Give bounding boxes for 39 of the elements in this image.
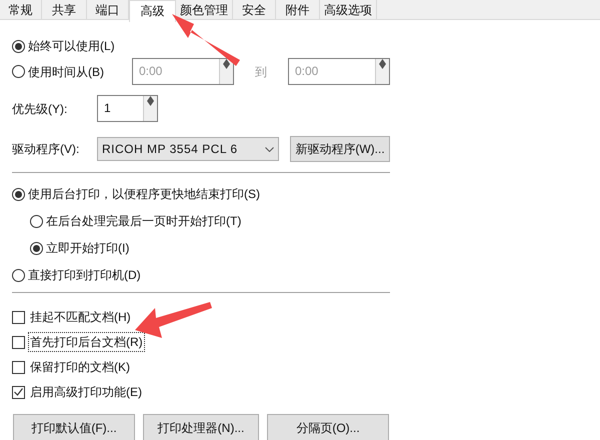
new-driver-button[interactable]: 新驱动程序(W)... — [290, 136, 390, 162]
checkbox-label: 保留打印的文档(K) — [29, 359, 131, 376]
dialog-button[interactable]: 分隔页(O)... — [267, 414, 389, 440]
checkbox[interactable] — [12, 360, 25, 374]
radio-label: 始终可以使用(L) — [28, 38, 115, 55]
checkbox-label: 挂起不匹配文档(H) — [29, 309, 132, 326]
radio-button[interactable] — [12, 268, 25, 282]
tab[interactable]: 安全 — [233, 0, 276, 20]
tab[interactable]: 高级选项 — [320, 0, 377, 20]
up-arrow-icon[interactable] — [147, 96, 154, 101]
radio-label: 使用后台打印，以便程序更快地结束打印(S) — [28, 186, 260, 203]
radio-button[interactable] — [12, 188, 25, 200]
chevron-down-icon — [265, 146, 274, 152]
tab[interactable]: 共享 — [42, 0, 87, 20]
priority-label: 优先级(Y): — [12, 100, 68, 118]
radio-button[interactable] — [12, 40, 25, 52]
to-label: 到 — [254, 64, 268, 80]
down-arrow-icon[interactable] — [147, 101, 154, 106]
dialog-button[interactable]: 打印默认值(F)... — [13, 414, 135, 440]
driver-label: 驱动程序(V): — [12, 141, 80, 158]
checkbox[interactable] — [12, 386, 25, 398]
checkbox-label: 首先打印后台文档(R) — [28, 332, 145, 352]
tab[interactable]: 高级 — [129, 0, 176, 22]
radio-button[interactable] — [30, 214, 43, 228]
radio-button[interactable] — [30, 242, 43, 254]
tab[interactable]: 附件 — [276, 0, 320, 20]
checkbox[interactable] — [12, 310, 25, 324]
driver-dropdown[interactable]: RICOH MP 3554 PCL 6 — [97, 137, 279, 161]
tab[interactable]: 常规 — [0, 0, 42, 20]
radio-label: 使用时间从(B) — [28, 64, 104, 80]
dialog-button[interactable]: 打印处理器(N)... — [143, 414, 259, 440]
radio-label: 直接打印到打印机(D) — [28, 267, 141, 284]
radio-button[interactable] — [12, 65, 25, 78]
checkbox-label: 启用高级打印功能(E) — [29, 384, 143, 401]
spin-field[interactable]: 1 — [97, 95, 158, 122]
checkbox[interactable] — [12, 336, 25, 348]
radio-label: 立即开始打印(I) — [46, 240, 130, 257]
annotation-arrow — [172, 14, 240, 66]
radio-label: 在后台处理完最后一页时开始打印(T) — [46, 213, 242, 230]
